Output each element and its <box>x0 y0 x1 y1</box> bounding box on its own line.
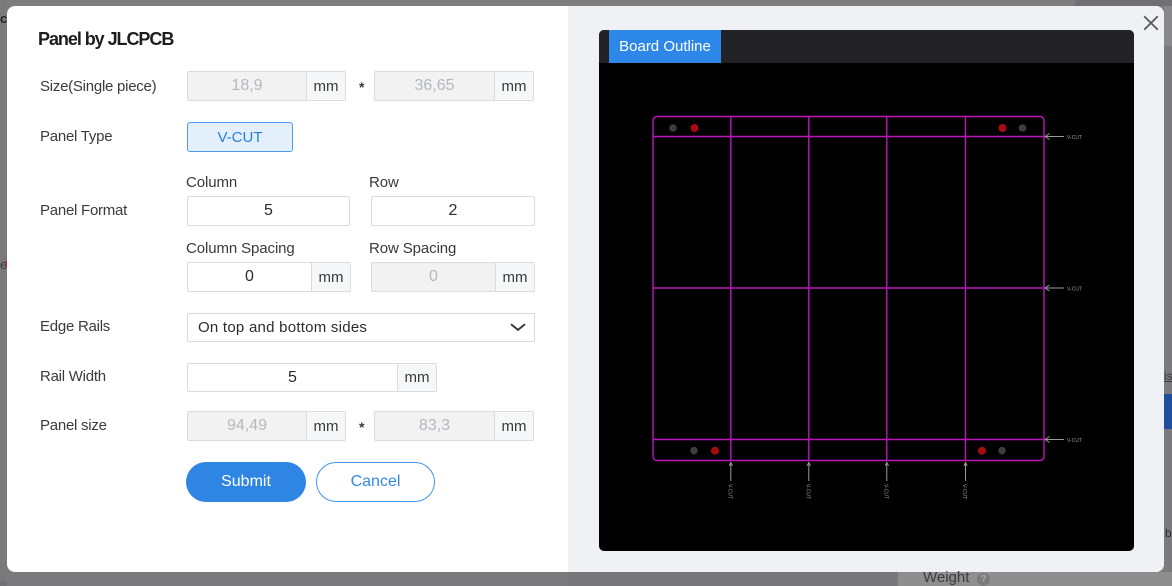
svg-text:V-CUT: V-CUT <box>961 484 967 499</box>
svg-text:V-CUT: V-CUT <box>1067 287 1082 293</box>
svg-text:V-CUT: V-CUT <box>804 484 810 499</box>
svg-text:V-CUT: V-CUT <box>726 484 732 499</box>
svg-text:V-CUT: V-CUT <box>882 484 888 499</box>
svg-text:V-CUT: V-CUT <box>1067 135 1082 141</box>
svg-text:V-CUT: V-CUT <box>1067 438 1082 444</box>
